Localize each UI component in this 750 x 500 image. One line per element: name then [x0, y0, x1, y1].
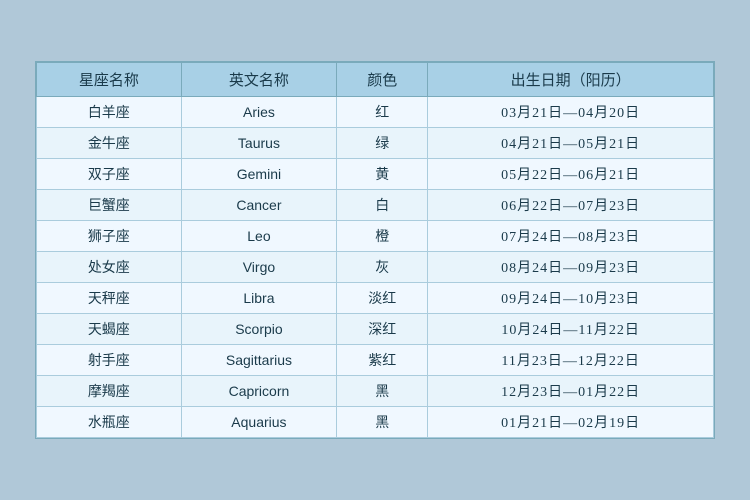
cell-english: Libra [181, 283, 337, 314]
cell-color: 黑 [337, 376, 428, 407]
cell-color: 灰 [337, 252, 428, 283]
cell-english: Cancer [181, 190, 337, 221]
table-body: 白羊座Aries红03月21日—04月20日金牛座Taurus绿04月21日—0… [37, 97, 714, 438]
cell-dates: 10月24日—11月22日 [428, 314, 714, 345]
col-header-dates: 出生日期（阳历） [428, 63, 714, 97]
table-row: 狮子座Leo橙07月24日—08月23日 [37, 221, 714, 252]
col-header-color: 颜色 [337, 63, 428, 97]
cell-chinese: 水瓶座 [37, 407, 182, 438]
cell-dates: 12月23日—01月22日 [428, 376, 714, 407]
col-header-chinese: 星座名称 [37, 63, 182, 97]
cell-english: Taurus [181, 128, 337, 159]
cell-english: Gemini [181, 159, 337, 190]
cell-chinese: 金牛座 [37, 128, 182, 159]
cell-dates: 01月21日—02月19日 [428, 407, 714, 438]
cell-english: Aries [181, 97, 337, 128]
cell-dates: 03月21日—04月20日 [428, 97, 714, 128]
cell-dates: 09月24日—10月23日 [428, 283, 714, 314]
cell-chinese: 天秤座 [37, 283, 182, 314]
cell-color: 黄 [337, 159, 428, 190]
zodiac-table-container: 星座名称 英文名称 颜色 出生日期（阳历） 白羊座Aries红03月21日—04… [35, 61, 715, 439]
cell-color: 黑 [337, 407, 428, 438]
zodiac-table: 星座名称 英文名称 颜色 出生日期（阳历） 白羊座Aries红03月21日—04… [36, 62, 714, 438]
cell-color: 淡红 [337, 283, 428, 314]
cell-chinese: 双子座 [37, 159, 182, 190]
cell-chinese: 处女座 [37, 252, 182, 283]
cell-color: 深红 [337, 314, 428, 345]
cell-dates: 04月21日—05月21日 [428, 128, 714, 159]
cell-english: Scorpio [181, 314, 337, 345]
cell-dates: 06月22日—07月23日 [428, 190, 714, 221]
cell-english: Aquarius [181, 407, 337, 438]
cell-color: 橙 [337, 221, 428, 252]
table-row: 射手座Sagittarius紫红11月23日—12月22日 [37, 345, 714, 376]
cell-chinese: 巨蟹座 [37, 190, 182, 221]
cell-chinese: 白羊座 [37, 97, 182, 128]
table-row: 巨蟹座Cancer白06月22日—07月23日 [37, 190, 714, 221]
table-row: 白羊座Aries红03月21日—04月20日 [37, 97, 714, 128]
table-row: 金牛座Taurus绿04月21日—05月21日 [37, 128, 714, 159]
cell-dates: 08月24日—09月23日 [428, 252, 714, 283]
table-row: 双子座Gemini黄05月22日—06月21日 [37, 159, 714, 190]
cell-english: Sagittarius [181, 345, 337, 376]
cell-chinese: 天蝎座 [37, 314, 182, 345]
table-row: 水瓶座Aquarius黑01月21日—02月19日 [37, 407, 714, 438]
table-row: 摩羯座Capricorn黑12月23日—01月22日 [37, 376, 714, 407]
cell-english: Capricorn [181, 376, 337, 407]
cell-chinese: 摩羯座 [37, 376, 182, 407]
cell-english: Virgo [181, 252, 337, 283]
cell-color: 白 [337, 190, 428, 221]
table-row: 天秤座Libra淡红09月24日—10月23日 [37, 283, 714, 314]
cell-color: 紫红 [337, 345, 428, 376]
table-row: 天蝎座Scorpio深红10月24日—11月22日 [37, 314, 714, 345]
cell-dates: 11月23日—12月22日 [428, 345, 714, 376]
table-header-row: 星座名称 英文名称 颜色 出生日期（阳历） [37, 63, 714, 97]
cell-english: Leo [181, 221, 337, 252]
cell-dates: 05月22日—06月21日 [428, 159, 714, 190]
cell-color: 绿 [337, 128, 428, 159]
cell-chinese: 狮子座 [37, 221, 182, 252]
cell-chinese: 射手座 [37, 345, 182, 376]
table-row: 处女座Virgo灰08月24日—09月23日 [37, 252, 714, 283]
col-header-english: 英文名称 [181, 63, 337, 97]
cell-color: 红 [337, 97, 428, 128]
cell-dates: 07月24日—08月23日 [428, 221, 714, 252]
